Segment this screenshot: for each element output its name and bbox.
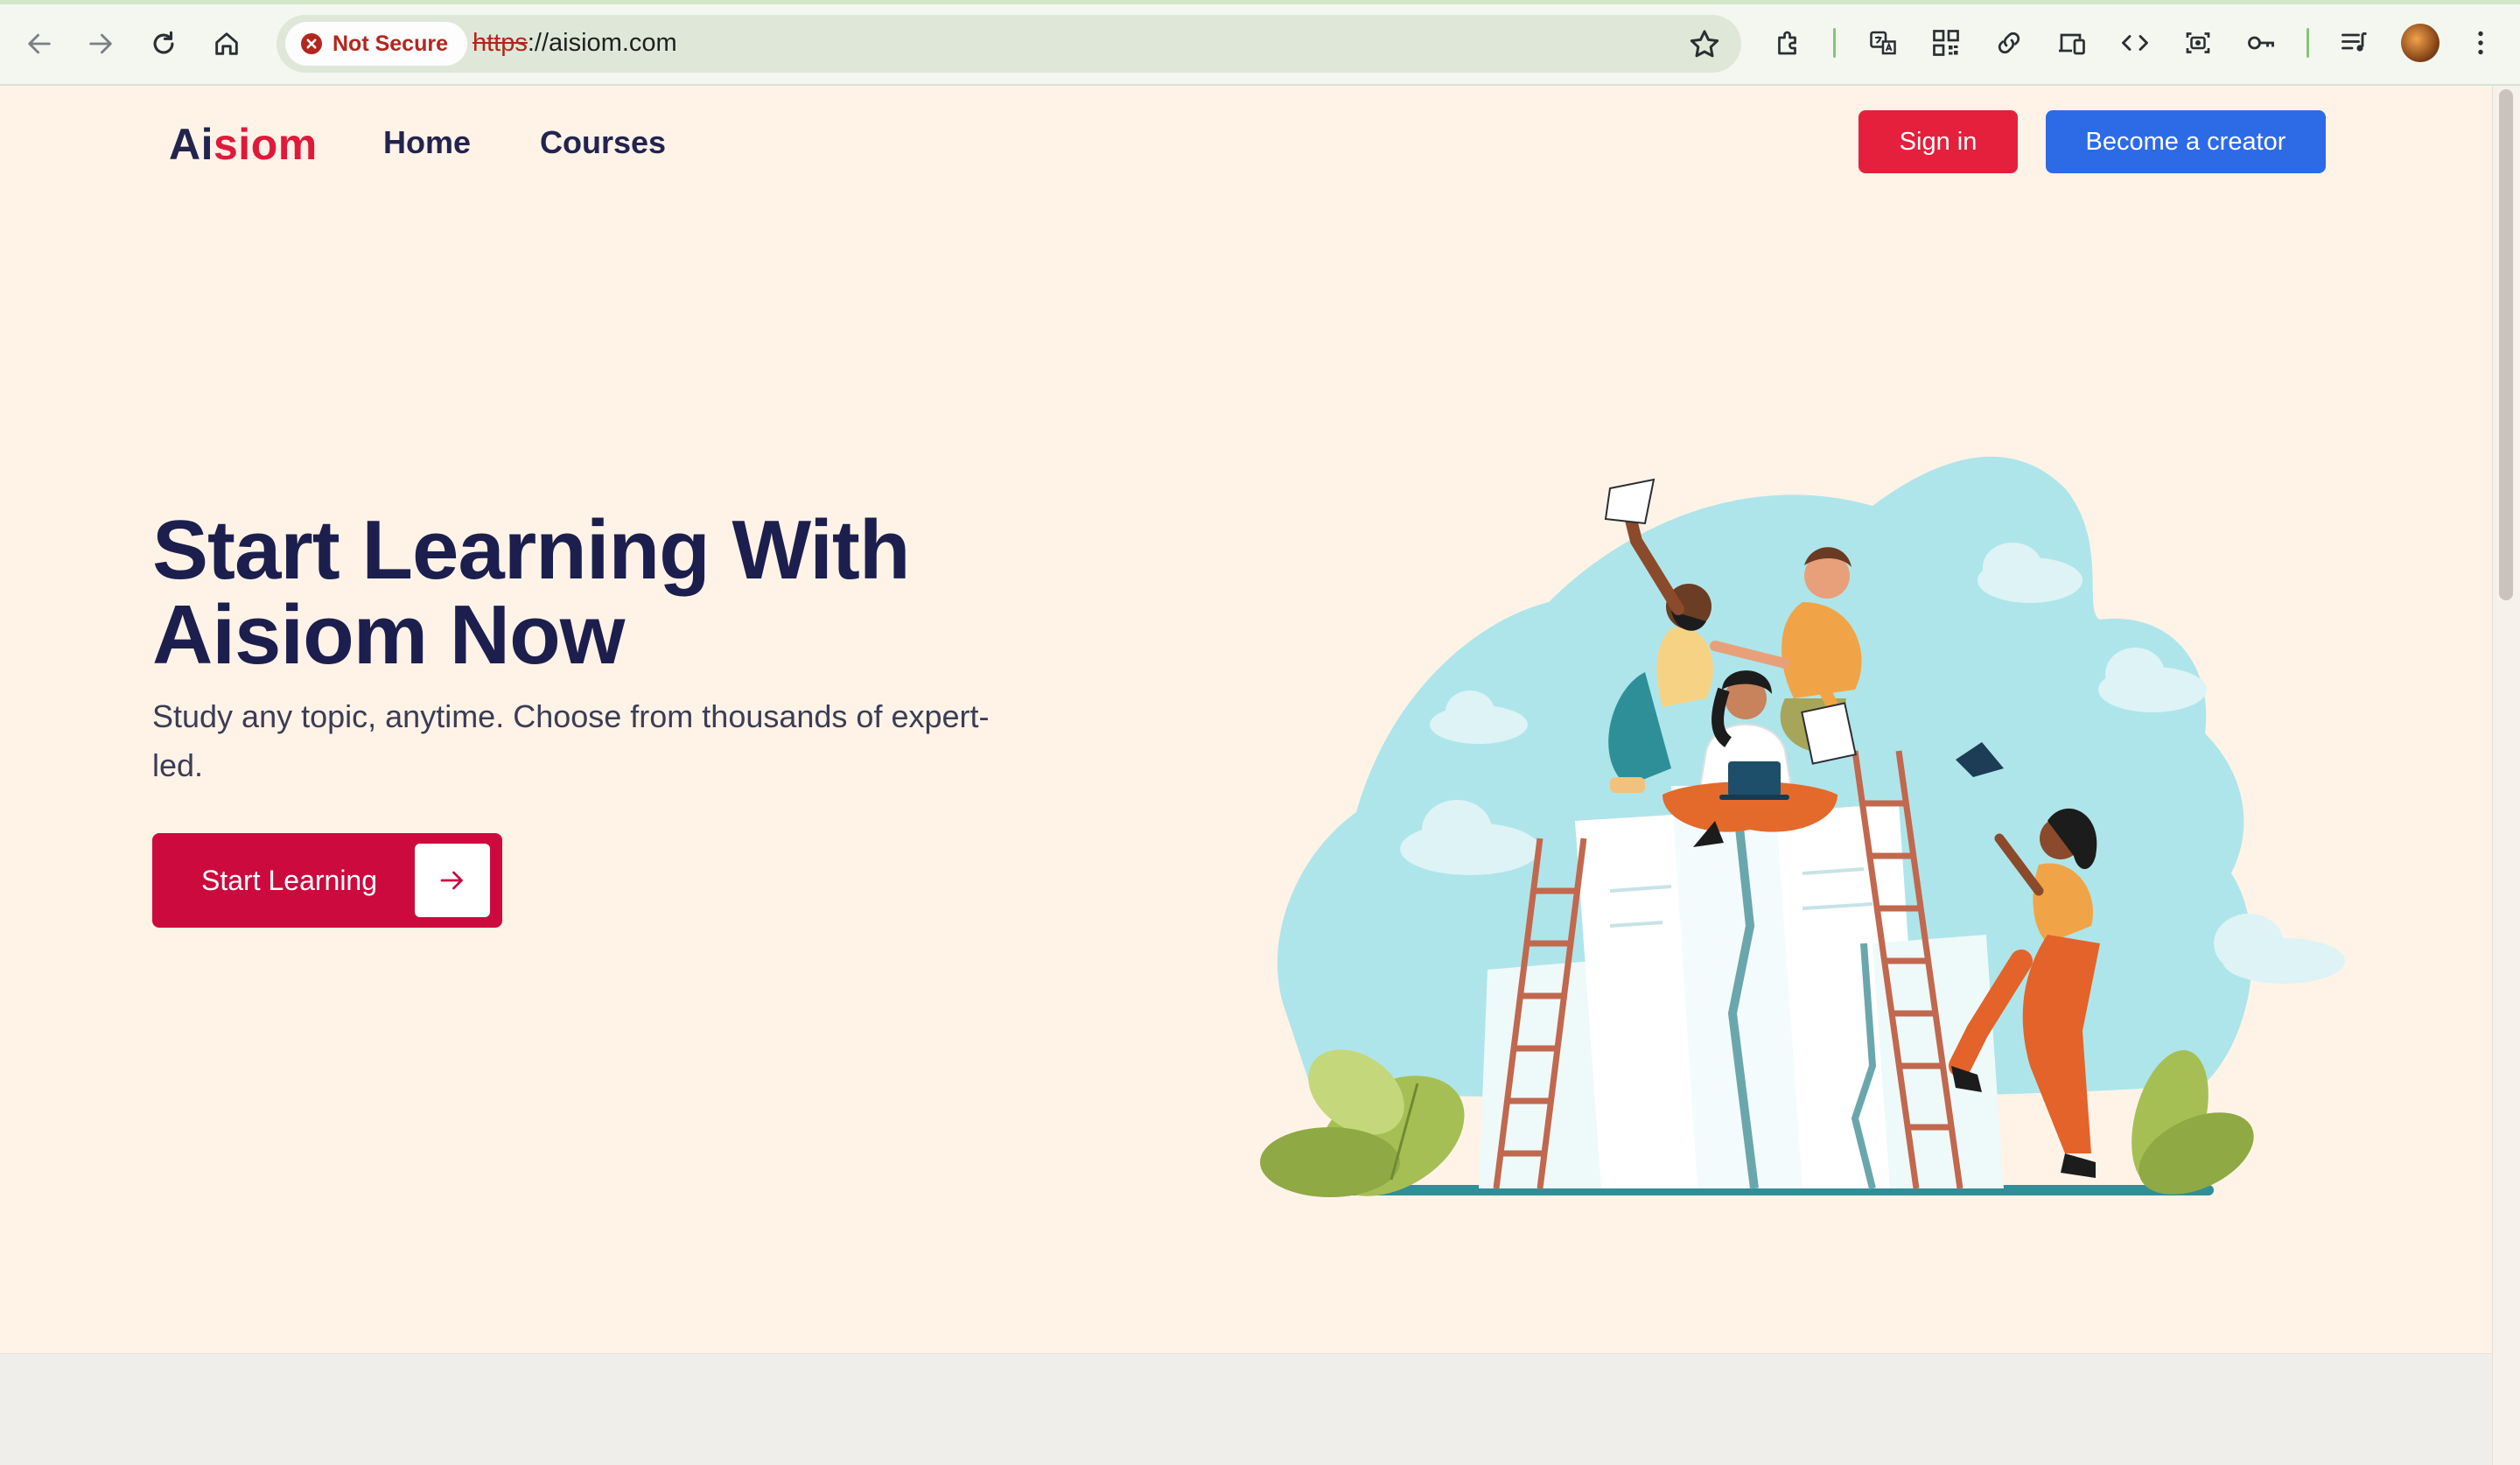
tab-strip-edge (0, 0, 2520, 4)
hero-subtitle: Study any topic, anytime. Choose from th… (152, 698, 990, 783)
forward-icon[interactable] (79, 22, 122, 66)
arrow-right-icon (415, 844, 490, 917)
reload-icon[interactable] (142, 22, 186, 66)
extensions-icon[interactable] (1768, 23, 1809, 63)
sign-in-button[interactable]: Sign in (1858, 110, 2018, 173)
logo-text-ai: Ai (169, 120, 214, 169)
hero-title: Start Learning With Aisiom Now (152, 508, 1115, 677)
hero-title-line-1: Start Learning With (152, 503, 910, 597)
link-icon[interactable] (1989, 23, 2029, 63)
next-section-band (0, 1353, 2492, 1465)
hero-illustration (1260, 456, 2345, 1197)
address-bar[interactable]: Not Secure https://aisiom.com (276, 15, 1741, 73)
security-chip[interactable]: Not Secure (285, 22, 467, 66)
nav-link-courses[interactable]: Courses (540, 124, 666, 161)
toolbar-divider (2306, 28, 2309, 58)
not-secure-icon (301, 33, 322, 54)
hero-title-line-2: Aisiom Now (152, 588, 625, 682)
site-logo[interactable]: Aisiom (169, 119, 318, 170)
code-icon[interactable] (2115, 23, 2155, 63)
media-queue-icon[interactable] (2334, 23, 2375, 63)
translate-icon[interactable] (1863, 23, 1903, 63)
toolbar-divider (1833, 28, 1836, 58)
qr-code-icon[interactable] (1926, 23, 1966, 63)
password-key-icon[interactable] (2241, 23, 2281, 63)
page-content: Aisiom Home Courses Sign in Become a cre… (0, 86, 2492, 1465)
start-learning-label: Start Learning (201, 864, 378, 896)
url-text[interactable]: https://aisiom.com (472, 29, 677, 58)
home-icon[interactable] (205, 22, 248, 66)
scrollbar-thumb[interactable] (2499, 89, 2513, 600)
become-creator-button[interactable]: Become a creator (2046, 110, 2326, 173)
profile-avatar[interactable] (2401, 24, 2440, 62)
browser-toolbar: Not Secure https://aisiom.com (0, 0, 2520, 86)
bookmark-star-icon[interactable] (1687, 27, 1722, 62)
url-scheme: https (472, 29, 528, 57)
nav-link-home[interactable]: Home (383, 124, 471, 161)
url-host: ://aisiom.com (527, 29, 677, 57)
menu-icon[interactable] (2460, 23, 2501, 63)
screenshot-icon[interactable] (2178, 23, 2218, 63)
back-icon[interactable] (18, 22, 61, 66)
logo-text-siom: siom (214, 120, 318, 169)
start-learning-button[interactable]: Start Learning (152, 833, 502, 928)
security-label: Not Secure (332, 31, 448, 56)
device-icon[interactable] (2052, 23, 2092, 63)
